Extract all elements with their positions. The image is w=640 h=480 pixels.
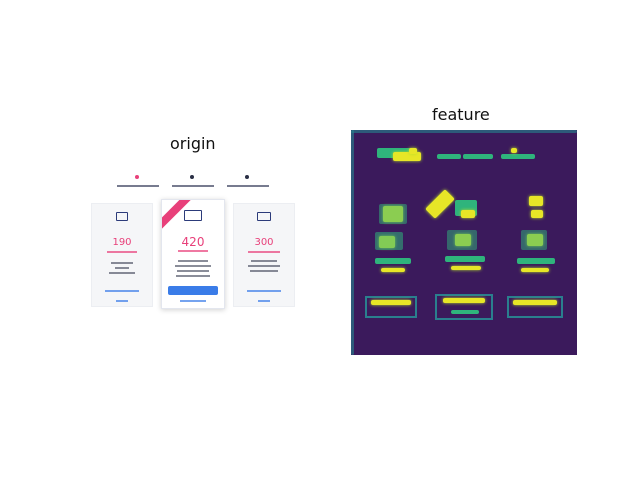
steps-indicator xyxy=(113,173,273,193)
heat-blob xyxy=(517,258,555,264)
monitor-icon xyxy=(116,212,128,221)
heat-blob xyxy=(437,154,461,159)
heat-blob xyxy=(445,256,485,262)
step-2-dot-icon xyxy=(190,175,194,179)
heat-edge xyxy=(351,130,354,355)
heat-blob xyxy=(501,154,535,159)
price-caption-placeholder xyxy=(178,250,208,252)
feature-line-placeholder xyxy=(177,270,209,272)
laptop-icon xyxy=(257,212,271,221)
step-1-dot-icon xyxy=(135,175,139,179)
heat-blob xyxy=(461,210,475,218)
heat-blob xyxy=(521,230,547,250)
heat-edge xyxy=(351,130,577,133)
origin-image: 190 420 300 xyxy=(83,165,303,315)
heat-blob xyxy=(451,310,479,314)
pricing-card-featured: 420 xyxy=(161,199,225,309)
step-2 xyxy=(168,173,218,193)
feature-line-placeholder xyxy=(250,270,278,272)
price-featured: 420 xyxy=(181,235,205,249)
details-link-placeholder[interactable] xyxy=(258,300,270,302)
select-plan-button[interactable] xyxy=(168,286,218,295)
heat-blob xyxy=(425,189,455,219)
heat-blob xyxy=(375,232,403,250)
heat-blob xyxy=(409,148,417,154)
heat-blob xyxy=(521,268,549,272)
heat-blob xyxy=(379,204,407,224)
heat-blob xyxy=(375,258,411,264)
select-link-placeholder[interactable] xyxy=(247,290,281,292)
feature-line-placeholder xyxy=(176,275,210,277)
feature-line-placeholder xyxy=(115,267,129,269)
step-1 xyxy=(113,173,163,193)
step-3-dot-icon xyxy=(245,175,249,179)
pricing-card-basic: 190 xyxy=(91,203,153,307)
heat-blob xyxy=(511,148,517,153)
feature-panel-title: feature xyxy=(432,105,490,124)
origin-panel-title: origin xyxy=(170,134,216,153)
feature-line-placeholder xyxy=(111,262,133,264)
step-3 xyxy=(223,173,273,193)
heat-blob xyxy=(531,210,543,218)
heat-blob xyxy=(451,266,481,270)
feature-line-placeholder xyxy=(248,265,280,267)
price-pro: 300 xyxy=(254,237,274,248)
pricing-card-pro: 300 xyxy=(233,203,295,307)
heat-blob xyxy=(447,230,477,250)
details-link-placeholder[interactable] xyxy=(180,300,206,302)
feature-line-placeholder xyxy=(251,260,277,262)
desktop-icon xyxy=(184,210,202,221)
step-3-label-placeholder xyxy=(227,185,269,187)
step-2-label-placeholder xyxy=(172,185,214,187)
feature-line-placeholder xyxy=(178,260,208,262)
feature-line-placeholder xyxy=(109,272,135,274)
heat-blob xyxy=(529,196,543,206)
select-link-placeholder[interactable] xyxy=(105,290,139,292)
heat-blob xyxy=(443,298,485,303)
feature-heatmap xyxy=(351,130,577,355)
heat-blob xyxy=(513,300,557,305)
feature-line-placeholder xyxy=(175,265,211,267)
price-caption-placeholder xyxy=(107,251,137,253)
price-caption-placeholder xyxy=(248,251,280,253)
details-link-placeholder[interactable] xyxy=(116,300,128,302)
step-1-label-placeholder xyxy=(117,185,159,187)
price-basic: 190 xyxy=(112,237,132,248)
heat-blob xyxy=(393,152,421,161)
heat-blob xyxy=(463,154,493,159)
heat-blob xyxy=(371,300,411,305)
heat-blob xyxy=(381,268,405,272)
